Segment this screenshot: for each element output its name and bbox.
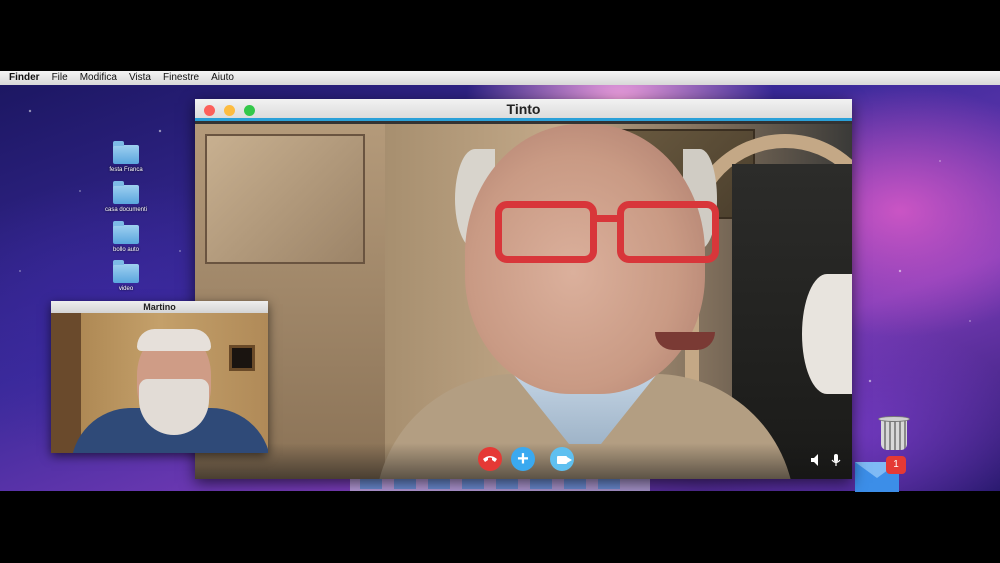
caller-face [465, 124, 719, 394]
zoom-button[interactable] [244, 105, 255, 116]
mail-badge: 1 [886, 456, 906, 474]
glasses-lens [495, 201, 597, 263]
plus-icon: + [517, 448, 529, 470]
background-window [229, 345, 255, 371]
trash-icon[interactable] [878, 414, 910, 452]
desktop-folder-video[interactable]: video [100, 260, 152, 292]
menu-modifica[interactable]: Modifica [80, 71, 117, 85]
self-hair [137, 329, 211, 351]
menu-bar: Finder File Modifica Vista Finestre Aiut… [0, 71, 1000, 85]
speaker-button[interactable] [810, 453, 824, 467]
desktop-folder-festa-franca[interactable]: festa Franca [100, 141, 152, 173]
desktop-folder-bollo-auto[interactable]: bollo auto [100, 221, 152, 253]
caller-person [355, 124, 795, 479]
menu-vista[interactable]: Vista [129, 71, 151, 85]
self-video-feed [51, 313, 268, 453]
menu-app-finder[interactable]: Finder [9, 71, 40, 85]
phone-hangup-icon [482, 450, 498, 467]
background-painting [205, 134, 365, 264]
video-camera-icon [557, 456, 572, 464]
call-control-bar: + [195, 443, 852, 479]
menu-file[interactable]: File [52, 71, 68, 85]
hangup-button[interactable] [478, 447, 502, 471]
video-toggle-button[interactable] [550, 447, 574, 471]
folder-icon [113, 181, 139, 204]
self-view-window[interactable]: Martino [51, 301, 268, 453]
background-lampshade [802, 274, 852, 394]
microphone-button[interactable] [829, 453, 843, 467]
add-participant-button[interactable]: + [511, 447, 535, 471]
microphone-icon [829, 454, 843, 471]
self-view-title: Martino [51, 301, 268, 313]
folder-icon [113, 221, 139, 244]
caller-mouth [655, 332, 715, 350]
remote-video-feed: + [195, 124, 852, 479]
trash-can-body [881, 420, 907, 450]
folder-icon [113, 141, 139, 164]
speaker-icon [810, 454, 824, 471]
window-titlebar[interactable]: Tinto [195, 99, 852, 121]
close-button[interactable] [204, 105, 215, 116]
glasses-lens [617, 201, 719, 263]
folder-icon [113, 260, 139, 283]
desktop-folder-label: casa documenti [104, 207, 148, 213]
desktop-folder-label: bollo auto [112, 247, 140, 253]
desktop-folder-label: festa Franca [109, 167, 143, 173]
window-title: Tinto [506, 101, 541, 117]
video-call-window: Tinto + [195, 99, 852, 479]
menu-finestre[interactable]: Finestre [163, 71, 199, 85]
desktop-folder-label: video [118, 286, 134, 292]
red-glasses [495, 189, 725, 264]
menu-aiuto[interactable]: Aiuto [211, 71, 234, 85]
minimize-button[interactable] [224, 105, 235, 116]
trash-can-rim [878, 416, 910, 422]
desktop-folder-casa-documenti[interactable]: casa documenti [100, 181, 152, 213]
background-shelf [51, 313, 81, 453]
